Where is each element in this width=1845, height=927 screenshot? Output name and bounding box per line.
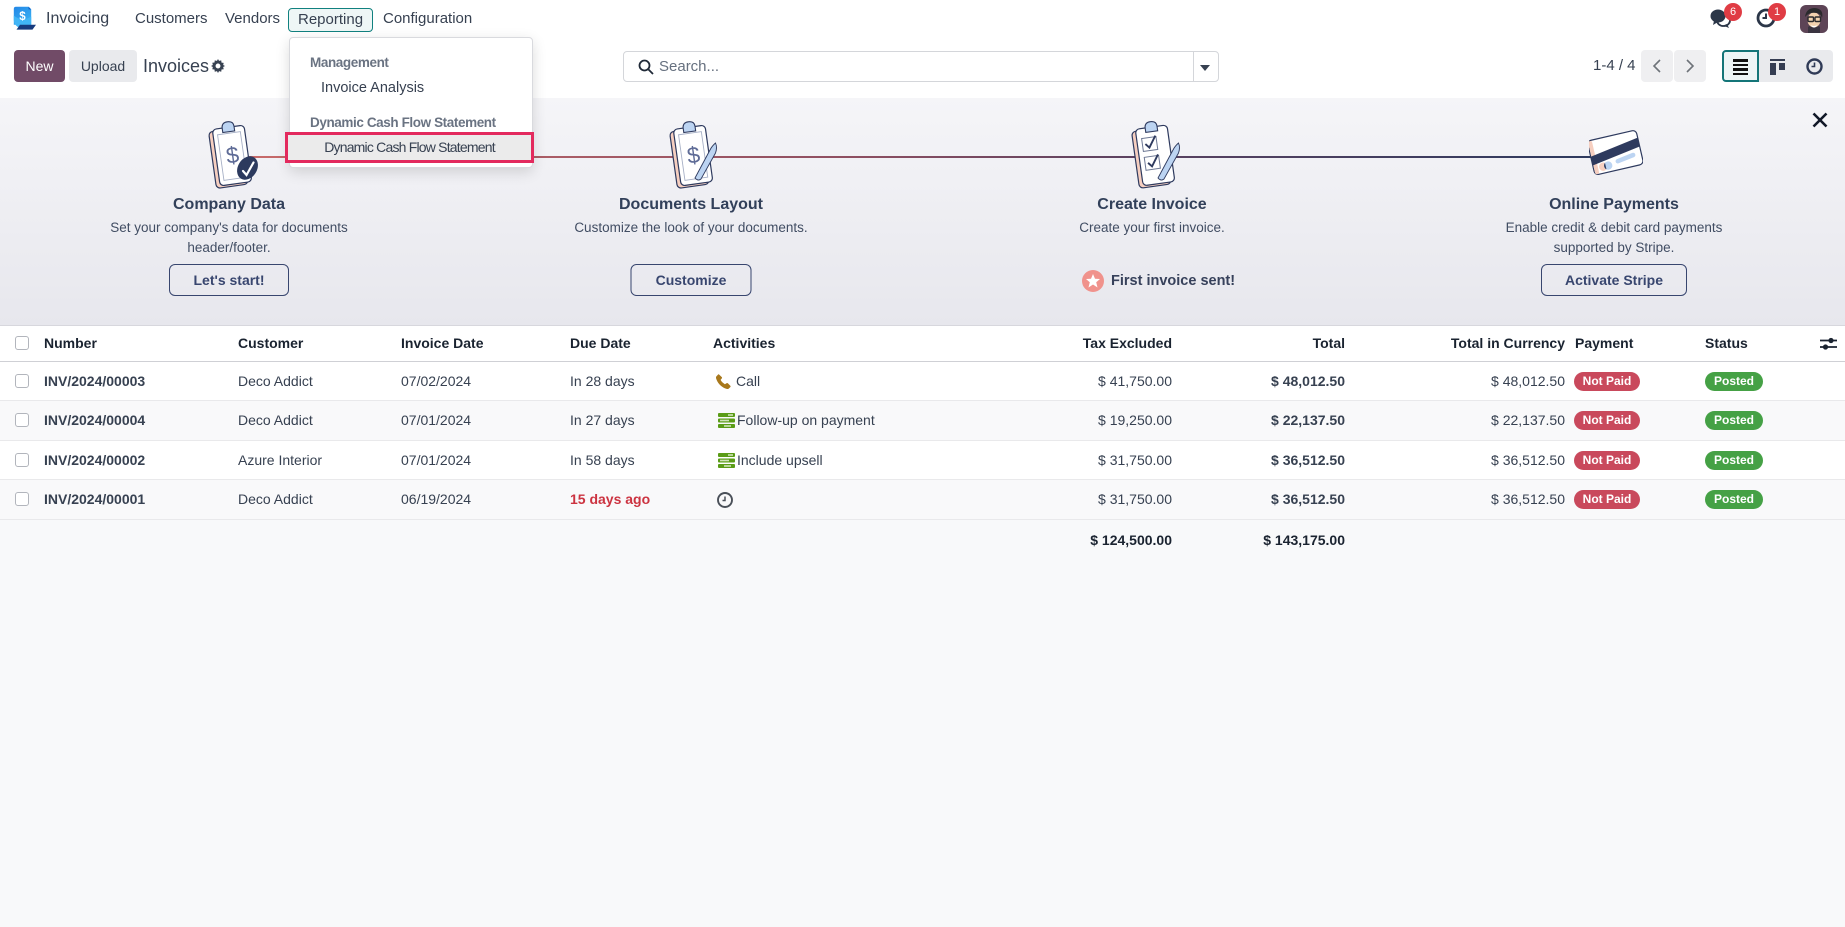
svg-text:$: $ [19, 11, 26, 23]
